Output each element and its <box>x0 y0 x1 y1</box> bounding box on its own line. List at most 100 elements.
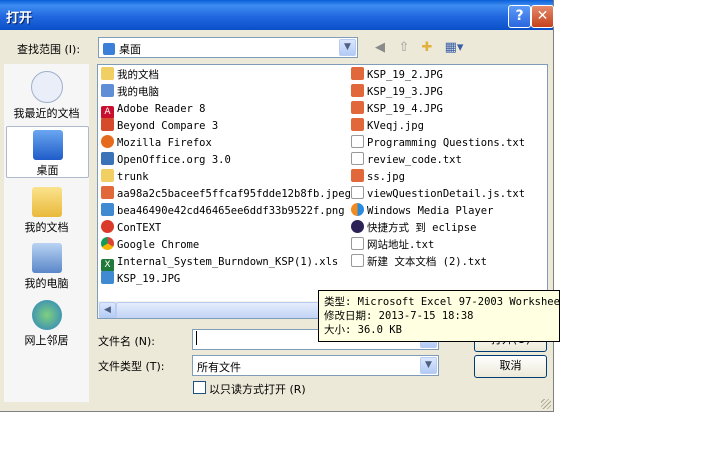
file-name: KSP_19.JPG <box>117 273 181 285</box>
back-icon[interactable]: ◀ <box>371 39 389 57</box>
list-item[interactable]: ConTEXT <box>101 220 161 237</box>
scroll-thumb[interactable] <box>116 302 328 318</box>
readonly-checkbox[interactable] <box>193 381 206 394</box>
file-name: Mozilla Firefox <box>117 137 212 149</box>
file-name: KVeqj.jpg <box>367 120 424 132</box>
tooltip-size: 大小: 36.0 KB <box>324 324 402 336</box>
up-folder-icon[interactable]: ⇧ <box>395 39 413 57</box>
file-name: ss.jpg <box>367 171 405 183</box>
file-name: 新建 文本文档 (2).txt <box>367 256 487 268</box>
filename-label: 文件名 (N): <box>98 335 156 348</box>
list-item[interactable]: Beyond Compare 3 <box>101 118 218 135</box>
list-item[interactable]: KSP_19_3.JPG <box>351 84 443 101</box>
file-name: bea46490e42cd46465ee6ddf33b9522f.png <box>117 205 345 217</box>
media-player-icon <box>351 203 364 216</box>
place-label: 我最近的文档 <box>13 107 80 120</box>
help-button[interactable]: ? <box>508 5 531 28</box>
look-in-value: 桌面 <box>119 43 141 56</box>
place-my-computer[interactable]: 我的电脑 <box>6 240 87 290</box>
text-file-icon <box>351 135 364 148</box>
list-item[interactable]: X Internal_System_Burndown_KSP(1).xls <box>101 254 339 272</box>
desktop-icon <box>32 130 63 160</box>
chevron-down-icon[interactable]: ▼ <box>339 39 356 56</box>
svn-folder-icon <box>101 169 114 182</box>
list-item[interactable]: OpenOffice.org 3.0 <box>101 152 231 169</box>
openoffice-icon <box>101 152 114 165</box>
image-file-icon <box>351 169 364 182</box>
file-name: viewQuestionDetail.js.txt <box>367 188 526 200</box>
list-item[interactable]: review_code.txt <box>351 152 462 169</box>
look-in-dropdown[interactable]: 桌面 ▼ <box>98 37 358 58</box>
desktop-small-icon <box>103 43 115 55</box>
place-label: 我的文档 <box>24 221 69 234</box>
my-documents-icon <box>31 187 62 217</box>
list-item[interactable]: 快捷方式 到 eclipse <box>351 220 476 237</box>
file-name: Google Chrome <box>117 239 200 251</box>
file-name: Internal_System_Burndown_KSP(1).xls <box>117 256 339 268</box>
list-item[interactable]: KSP_19.JPG <box>101 271 180 288</box>
new-folder-icon[interactable]: ✚ <box>418 39 436 57</box>
file-name: KSP_19_2.JPG <box>367 69 443 81</box>
list-item[interactable]: bea46490e42cd46465ee6ddf33b9522f.png <box>101 203 345 220</box>
computer-icon <box>101 84 114 97</box>
filetype-value: 所有文件 <box>197 361 241 374</box>
place-desktop[interactable]: 桌面 <box>6 126 89 178</box>
image-file-icon <box>351 101 364 114</box>
list-item[interactable]: ss.jpg <box>351 169 405 186</box>
cancel-button[interactable]: 取消 <box>474 355 547 378</box>
image-file-icon <box>101 186 114 199</box>
file-name: 我的电脑 <box>117 86 159 98</box>
views-icon[interactable]: ▦▾ <box>442 39 466 57</box>
close-button[interactable]: ✕ <box>531 5 554 28</box>
list-item[interactable]: Windows Media Player <box>351 203 493 220</box>
image-file-icon <box>351 67 364 80</box>
tooltip-type: 类型: Microsoft Excel 97-2003 Worksheet <box>324 296 560 308</box>
text-file-icon <box>351 186 364 199</box>
place-label: 桌面 <box>36 164 59 177</box>
text-file-icon <box>351 237 364 250</box>
open-file-dialog: 打开 ? ✕ 查找范围 (I): 桌面 ▼ ◀ ⇧ ✚ ▦▾ 我最近的文档 桌面… <box>0 0 554 412</box>
list-item[interactable]: Programming Questions.txt <box>351 135 525 152</box>
filename-value <box>196 331 197 345</box>
file-name: Programming Questions.txt <box>367 137 526 149</box>
file-name: review_code.txt <box>367 154 462 166</box>
file-name: KSP_19_4.JPG <box>367 103 443 115</box>
eclipse-shortcut-icon <box>351 220 364 233</box>
list-item[interactable]: 我的文档 <box>101 67 159 84</box>
place-recent-docs[interactable]: 我最近的文档 <box>6 68 87 120</box>
list-item[interactable]: 网站地址.txt <box>351 237 434 254</box>
list-item[interactable]: trunk <box>101 169 149 186</box>
my-computer-icon <box>31 243 62 273</box>
file-name: Adobe Reader 8 <box>117 103 206 115</box>
look-in-label: 查找范围 (I): <box>17 43 81 56</box>
image-file-icon <box>351 118 364 131</box>
text-file-icon <box>351 152 364 165</box>
image-file-icon <box>101 271 114 284</box>
list-item[interactable]: viewQuestionDetail.js.txt <box>351 186 525 203</box>
tooltip-modified: 修改日期: 2013-7-15 18:38 <box>324 310 474 322</box>
readonly-label: 以只读方式打开 (R) <box>209 383 306 396</box>
place-my-documents[interactable]: 我的文档 <box>6 184 87 234</box>
place-label: 我的电脑 <box>24 277 69 290</box>
list-item[interactable]: KSP_19_2.JPG <box>351 67 443 84</box>
list-item[interactable]: Mozilla Firefox <box>101 135 212 152</box>
file-tooltip: 类型: Microsoft Excel 97-2003 Worksheet 修改… <box>318 290 560 342</box>
list-item[interactable]: Google Chrome <box>101 237 199 254</box>
title-bar[interactable]: 打开 ? ✕ <box>0 0 554 30</box>
list-item[interactable]: aa98a2c5baceef5ffcaf95fdde12b8fb.jpeg <box>101 186 351 203</box>
file-name: KSP_19_3.JPG <box>367 86 443 98</box>
resize-grip[interactable] <box>541 399 551 409</box>
list-item[interactable]: KSP_19_4.JPG <box>351 101 443 118</box>
recent-docs-icon <box>30 71 63 103</box>
window-title: 打开 <box>6 11 33 26</box>
list-item[interactable]: A Adobe Reader 8 <box>101 101 206 119</box>
place-label: 网上邻居 <box>24 334 69 347</box>
scroll-left-icon[interactable]: ◀ <box>99 302 116 318</box>
list-item[interactable]: 新建 文本文档 (2).txt <box>351 254 487 271</box>
place-network[interactable]: 网上邻居 <box>6 297 87 347</box>
list-item[interactable]: 我的电脑 <box>101 84 159 101</box>
file-list[interactable]: 我的文档 我的电脑 A Adobe Reader 8 Beyond Compare… <box>97 64 548 319</box>
chevron-down-icon[interactable]: ▼ <box>420 357 437 374</box>
filetype-dropdown[interactable]: 所有文件 ▼ <box>192 355 439 376</box>
list-item[interactable]: KVeqj.jpg <box>351 118 424 135</box>
